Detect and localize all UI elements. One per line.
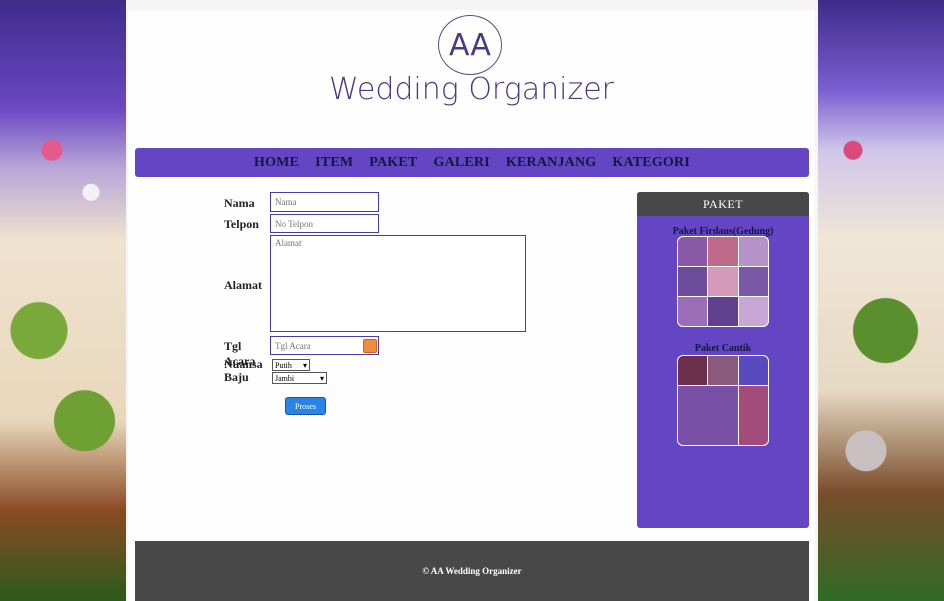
baju-selected-value: Jambi (275, 373, 295, 383)
baju-select[interactable]: Jambi ▾ (272, 372, 327, 384)
nav-home[interactable]: HOME (254, 155, 299, 171)
decor-left-image (0, 0, 130, 601)
sidebar-title: PAKET (637, 192, 809, 216)
nav-keranjang[interactable]: KERANJANG (506, 155, 596, 171)
nuansa-select[interactable]: Putih ▾ (272, 359, 310, 371)
alamat-textarea[interactable] (270, 235, 526, 332)
logo-title: Wedding Organizer (328, 72, 615, 107)
baju-label: Baju (224, 370, 249, 384)
telpon-label: Telpon (224, 217, 259, 231)
site-header: AA Wedding Organizer (128, 10, 815, 148)
package-image-firdaus[interactable] (677, 236, 769, 327)
calendar-icon[interactable] (363, 339, 377, 353)
nav-galeri[interactable]: GALERI (433, 155, 489, 171)
chevron-down-icon: ▾ (302, 360, 307, 370)
nuansa-selected-value: Putih (275, 360, 292, 370)
site-footer: © AA Wedding Organizer (135, 541, 809, 601)
decor-right-image (814, 0, 944, 601)
footer-copyright: © AA Wedding Organizer (422, 566, 522, 576)
nav-paket[interactable]: PAKET (369, 155, 417, 171)
nav-kategori[interactable]: KATEGORI (612, 155, 690, 171)
telpon-input[interactable] (270, 214, 379, 233)
page-container: AA Wedding Organizer HOME ITEM PAKET GAL… (128, 10, 815, 601)
chevron-down-icon: ▾ (319, 373, 324, 383)
nama-input[interactable] (270, 192, 379, 212)
alamat-label: Alamat (224, 278, 262, 292)
nav-item[interactable]: ITEM (315, 155, 353, 171)
package-image-cantik[interactable] (677, 355, 769, 446)
paket-sidebar: PAKET Paket Firdaus(Gedung) Paket Cantik (637, 192, 809, 528)
main-nav: HOME ITEM PAKET GALERI KERANJANG KATEGOR… (135, 148, 809, 177)
logo-emblem[interactable]: AA (438, 15, 502, 75)
nama-label: Nama (224, 196, 255, 210)
package-title-cantik[interactable]: Paket Cantik (637, 343, 809, 354)
proses-button[interactable]: Proses (285, 397, 326, 415)
